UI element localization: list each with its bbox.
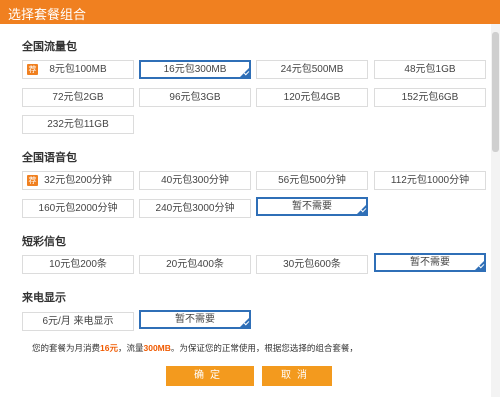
option-data-96[interactable]: 96元包3GB [139, 88, 251, 107]
option-voice-56[interactable]: 56元包500分钟 [256, 171, 368, 190]
option-sms-30[interactable]: 30元包600条 [256, 255, 368, 274]
option-label: 24元包500MB [280, 64, 344, 75]
option-data-24[interactable]: 24元包500MB [256, 60, 368, 79]
option-label: 160元包2000分钟 [38, 203, 118, 214]
option-voice-none[interactable]: 暂不需要 [256, 197, 368, 216]
option-data-152[interactable]: 152元包6GB [374, 88, 486, 107]
option-label: 6元/月 来电显示 [42, 316, 114, 327]
option-caller-6[interactable]: 6元/月 来电显示 [22, 312, 134, 331]
summary-suffix: 。为保证您的正常使用，根据您选择的组合套餐， [170, 343, 358, 353]
option-caller-none[interactable]: 暂不需要 [139, 310, 251, 329]
section-title-sms: 短彩信包 [22, 236, 66, 248]
summary-amount: 16元 [100, 343, 118, 353]
option-label: 暂不需要 [410, 257, 450, 268]
option-data-16[interactable]: 16元包300MB [139, 60, 251, 79]
cancel-button[interactable]: 取消 [262, 366, 332, 386]
option-voice-240[interactable]: 240元包3000分钟 [139, 199, 251, 218]
option-voice-40[interactable]: 40元包300分钟 [139, 171, 251, 190]
summary-data: 300MB [143, 343, 171, 353]
option-label: 8元包100MB [49, 64, 107, 75]
option-label: 232元包11GB [47, 119, 109, 130]
option-data-232[interactable]: 232元包11GB [22, 115, 134, 134]
option-voice-112[interactable]: 112元包1000分钟 [374, 171, 486, 190]
package-summary: 您的套餐为月消费16元，流量300MB。为保证您的正常使用，根据您选择的组合套餐… [32, 342, 358, 354]
option-label: 48元包1GB [404, 64, 456, 75]
option-label: 96元包3GB [169, 92, 221, 103]
option-label: 240元包3000分钟 [155, 203, 235, 214]
selected-check-icon [239, 67, 250, 78]
option-label: 暂不需要 [292, 201, 332, 212]
option-label: 56元包500分钟 [278, 175, 346, 186]
option-sms-20[interactable]: 20元包400条 [139, 255, 251, 274]
dialog-titlebar: 选择套餐组合 [0, 0, 500, 24]
selected-check-icon [356, 204, 367, 215]
selected-check-icon [239, 317, 250, 328]
option-data-48[interactable]: 48元包1GB [374, 60, 486, 79]
option-label: 112元包1000分钟 [390, 175, 470, 186]
option-label: 40元包300分钟 [161, 175, 229, 186]
option-label: 72元包2GB [52, 92, 104, 103]
recommend-badge: 荐 [27, 64, 38, 75]
recommend-badge: 荐 [27, 175, 38, 186]
selected-check-icon [474, 260, 485, 271]
summary-mid: ，流量 [117, 343, 144, 353]
option-voice-32[interactable]: 荐 32元包200分钟 [22, 171, 134, 190]
option-label: 30元包600条 [283, 259, 341, 270]
option-data-72[interactable]: 72元包2GB [22, 88, 134, 107]
option-label: 120元包4GB [283, 92, 341, 103]
option-label: 32元包200分钟 [44, 175, 112, 186]
option-sms-10[interactable]: 10元包200条 [22, 255, 134, 274]
section-title-data: 全国流量包 [22, 41, 77, 53]
option-label: 16元包300MB [163, 64, 227, 75]
option-voice-160[interactable]: 160元包2000分钟 [22, 199, 134, 218]
option-label: 暂不需要 [175, 314, 215, 325]
summary-prefix: 您的套餐为月消费 [32, 343, 101, 353]
option-label: 20元包400条 [166, 259, 224, 270]
option-data-8[interactable]: 荐 8元包100MB [22, 60, 134, 79]
section-title-caller: 来电显示 [22, 292, 66, 304]
option-label: 10元包200条 [49, 259, 107, 270]
option-sms-none[interactable]: 暂不需要 [374, 253, 486, 272]
option-label: 152元包6GB [401, 92, 459, 103]
scrollbar-thumb[interactable] [492, 32, 499, 152]
dialog-title: 选择套餐组合 [8, 7, 87, 22]
section-title-voice: 全国语音包 [22, 152, 77, 164]
option-data-120[interactable]: 120元包4GB [256, 88, 368, 107]
confirm-button[interactable]: 确定 [166, 366, 254, 386]
